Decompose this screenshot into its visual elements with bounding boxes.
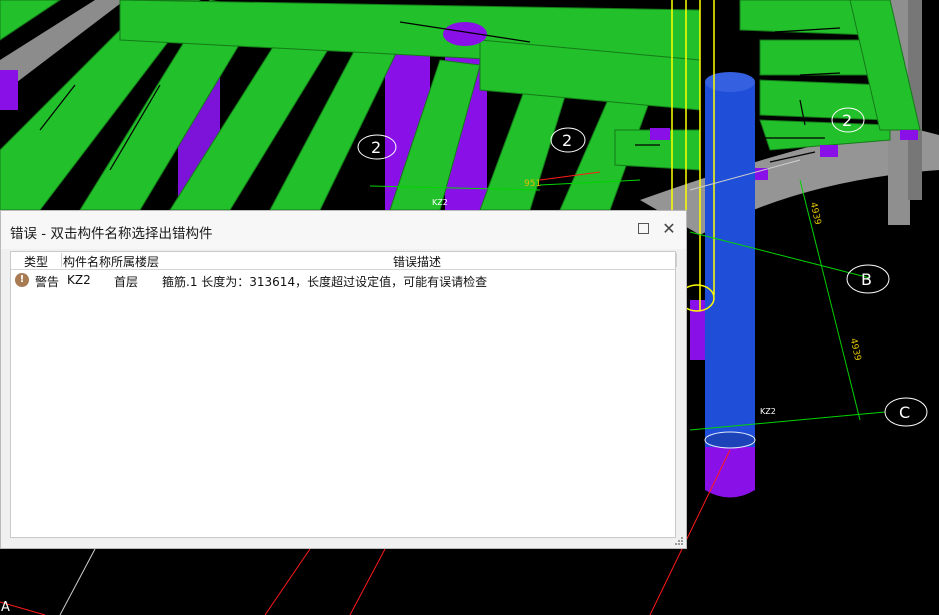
dimension-label: 4939 <box>808 201 823 226</box>
grid-line <box>799 179 861 421</box>
axis-line <box>264 548 311 615</box>
dialog-titlebar[interactable]: 错误 - 双击构件名称选择出错构件 ✕ <box>1 211 686 249</box>
axis-label: C <box>899 403 910 422</box>
row-type: 警告 <box>35 275 60 289</box>
member-label: KZ2 <box>432 198 448 207</box>
column-separator[interactable] <box>676 253 677 267</box>
column-cap <box>900 130 918 140</box>
column-blue <box>705 82 755 447</box>
column-cap <box>650 128 670 140</box>
axis-label: B <box>861 270 872 289</box>
dimension-label: 4939 <box>848 337 863 362</box>
row-component-name[interactable]: KZ2 <box>67 273 91 287</box>
column-header-name-floor[interactable]: 构件名称所属楼层 <box>63 253 159 270</box>
column-header-type[interactable]: 类型 <box>24 253 48 270</box>
close-icon[interactable]: ✕ <box>661 221 677 237</box>
axis-label: 2 <box>371 138 381 157</box>
axis-label: 2 <box>842 111 852 130</box>
beam <box>759 79 886 121</box>
dimension-label: 951 <box>524 179 541 189</box>
axis-label: A <box>1 600 10 615</box>
grid-line <box>59 548 96 615</box>
warning-icon: ! <box>15 273 29 287</box>
resize-grip-icon[interactable] <box>674 536 684 546</box>
column-blue-top <box>705 72 755 92</box>
column-cap <box>0 70 18 110</box>
column-blue-base <box>704 431 756 449</box>
row-floor: 首层 <box>114 275 139 289</box>
dialog-title: 错误 - 双击构件名称选择出错构件 <box>10 226 213 242</box>
error-list[interactable]: 类型 构件名称所属楼层 错误描述 ! 警告 KZ2 首层 箍筋.1 长度为：31… <box>10 251 677 538</box>
axis-line <box>349 548 386 615</box>
row-description: 箍筋.1 长度为：313614，长度超过设定值，可能有误请检查 <box>162 275 488 289</box>
error-dialog: 错误 - 双击构件名称选择出错构件 ✕ 类型 构件名称所属楼层 错误描述 ! 警… <box>0 210 687 549</box>
axis-label: 2 <box>562 131 572 150</box>
member-label: KZ2 <box>760 407 776 416</box>
table-row[interactable]: ! 警告 KZ2 首层 箍筋.1 长度为：313614，长度超过设定值，可能有误… <box>11 270 675 290</box>
column-base <box>705 440 755 498</box>
maximize-icon[interactable] <box>635 221 651 237</box>
list-header: 类型 构件名称所属楼层 错误描述 <box>11 252 677 270</box>
column-separator[interactable] <box>61 253 62 267</box>
column-header-description[interactable]: 错误描述 <box>393 253 441 270</box>
column-cap <box>820 145 838 157</box>
